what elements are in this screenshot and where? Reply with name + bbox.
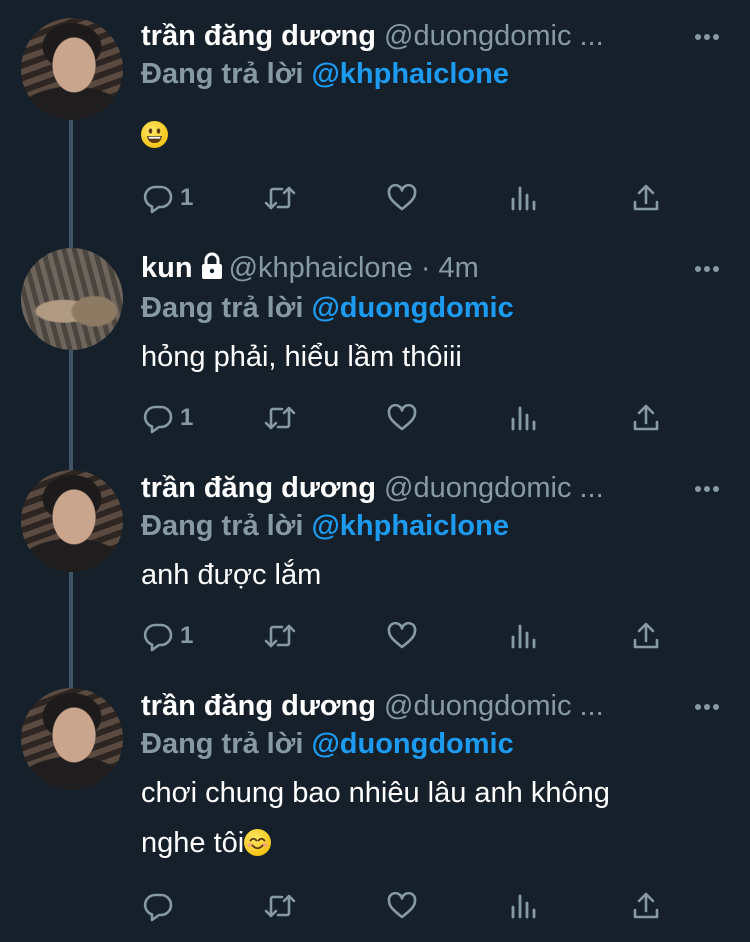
- like-icon: [387, 183, 417, 211]
- more-icon[interactable]: [694, 265, 720, 273]
- display-name[interactable]: trần đăng dương: [141, 472, 376, 504]
- share-icon: [633, 404, 659, 431]
- tweet-text: hỏng phải, hiểu lầm thôiii: [141, 341, 462, 373]
- tweet-text-line: nghe tôi: [141, 818, 610, 868]
- reply-icon: [143, 185, 173, 214]
- tweet-actions: 1: [0, 178, 750, 218]
- like-button[interactable]: [386, 886, 418, 926]
- tweet-text: anh được lắm: [141, 559, 322, 591]
- display-name[interactable]: trần đăng dương: [141, 690, 376, 722]
- like-icon: [387, 403, 417, 431]
- replying-prefix: Đang trả lời: [141, 728, 312, 760]
- analytics-icon: [511, 894, 536, 919]
- analytics-button[interactable]: [508, 178, 540, 218]
- analytics-icon: [511, 624, 536, 649]
- tweet[interactable]: kun @khphaiclone · 4m Đang trả lời @duon…: [0, 248, 750, 458]
- user-handle: @duongdomic ...: [384, 472, 604, 504]
- tweet[interactable]: trần đăng dương @duongdomic ... Đang trả…: [0, 468, 750, 678]
- tweet-actions: 1: [0, 398, 750, 438]
- retweet-button[interactable]: [263, 886, 297, 926]
- retweet-button[interactable]: [263, 616, 297, 656]
- user-handle: @duongdomic ...: [384, 690, 604, 722]
- replying-to: Đang trả lời @duongdomic: [141, 288, 514, 328]
- share-icon: [633, 622, 659, 649]
- replying-prefix: Đang trả lời: [141, 58, 312, 90]
- grinning-face-icon: [141, 121, 168, 148]
- share-button[interactable]: [630, 398, 662, 438]
- tweet-header: kun @khphaiclone · 4m: [141, 248, 750, 288]
- reply-button[interactable]: 1: [142, 178, 193, 218]
- tweet-header: trần đăng dương @duongdomic ...: [141, 686, 750, 726]
- replying-prefix: Đang trả lời: [141, 292, 312, 324]
- tweet-text: chơi chung bao nhiêu lâu anh không nghe …: [141, 768, 610, 868]
- tweet[interactable]: trần đăng dương @duongdomic ... Đang trả…: [0, 16, 750, 226]
- lock-icon: [201, 252, 222, 279]
- like-icon: [387, 891, 417, 919]
- tweet-header: trần đăng dương @duongdomic ...: [141, 468, 750, 508]
- avatar[interactable]: [21, 18, 123, 120]
- retweet-icon: [264, 624, 296, 648]
- reply-icon: [143, 893, 173, 922]
- reply-icon: [143, 405, 173, 434]
- reply-count: 1: [180, 184, 194, 211]
- retweet-button[interactable]: [263, 398, 297, 438]
- user-handle: @duongdomic ...: [384, 20, 604, 52]
- reply-button[interactable]: 1: [142, 398, 193, 438]
- share-button[interactable]: [630, 178, 662, 218]
- user-handle: @khphaiclone · 4m: [228, 252, 479, 284]
- tweet-text: [141, 110, 168, 160]
- mention-link[interactable]: @khphaiclone: [311, 58, 508, 90]
- like-button[interactable]: [386, 398, 418, 438]
- more-icon[interactable]: [694, 33, 720, 41]
- mention-link[interactable]: @duongdomic: [311, 728, 513, 760]
- share-icon: [633, 892, 659, 919]
- tweet-text-tail: nghe tôi: [141, 827, 245, 859]
- retweet-button[interactable]: [263, 178, 297, 218]
- avatar[interactable]: [21, 470, 123, 572]
- reply-icon: [143, 623, 173, 652]
- avatar[interactable]: [21, 248, 123, 350]
- display-name[interactable]: kun: [141, 252, 193, 284]
- reply-count: 1: [180, 404, 194, 431]
- reply-count: 1: [180, 622, 194, 649]
- mention-link[interactable]: @duongdomic: [311, 292, 513, 324]
- smiling-face-icon: [244, 829, 272, 856]
- analytics-button[interactable]: [508, 398, 540, 438]
- replying-prefix: Đang trả lời: [141, 510, 312, 542]
- tweet-actions: 1: [0, 616, 750, 656]
- replying-to: Đang trả lời @khphaiclone: [141, 506, 509, 546]
- replying-to: Đang trả lời @duongdomic: [141, 724, 514, 764]
- display-name[interactable]: trần đăng dương: [141, 20, 376, 52]
- more-icon[interactable]: [694, 485, 720, 493]
- share-icon: [633, 184, 659, 211]
- tweet-text-line: chơi chung bao nhiêu lâu anh không: [141, 777, 610, 809]
- tweet-actions: [0, 886, 750, 926]
- analytics-icon: [511, 186, 536, 211]
- share-button[interactable]: [630, 616, 662, 656]
- analytics-icon: [511, 406, 536, 431]
- analytics-button[interactable]: [508, 886, 540, 926]
- replying-to: Đang trả lời @khphaiclone: [141, 54, 509, 94]
- retweet-icon: [264, 406, 296, 430]
- like-button[interactable]: [386, 178, 418, 218]
- mention-link[interactable]: @khphaiclone: [311, 510, 508, 542]
- like-button[interactable]: [386, 616, 418, 656]
- tweet[interactable]: trần đăng dương @duongdomic ... Đang trả…: [0, 686, 750, 936]
- reply-button[interactable]: [142, 886, 180, 926]
- reply-button[interactable]: 1: [142, 616, 193, 656]
- retweet-icon: [264, 894, 296, 918]
- avatar[interactable]: [21, 688, 123, 790]
- more-icon[interactable]: [694, 703, 720, 711]
- like-icon: [387, 621, 417, 649]
- tweet-header: trần đăng dương @duongdomic ...: [141, 16, 750, 56]
- analytics-button[interactable]: [508, 616, 540, 656]
- share-button[interactable]: [630, 886, 662, 926]
- retweet-icon: [264, 186, 296, 210]
